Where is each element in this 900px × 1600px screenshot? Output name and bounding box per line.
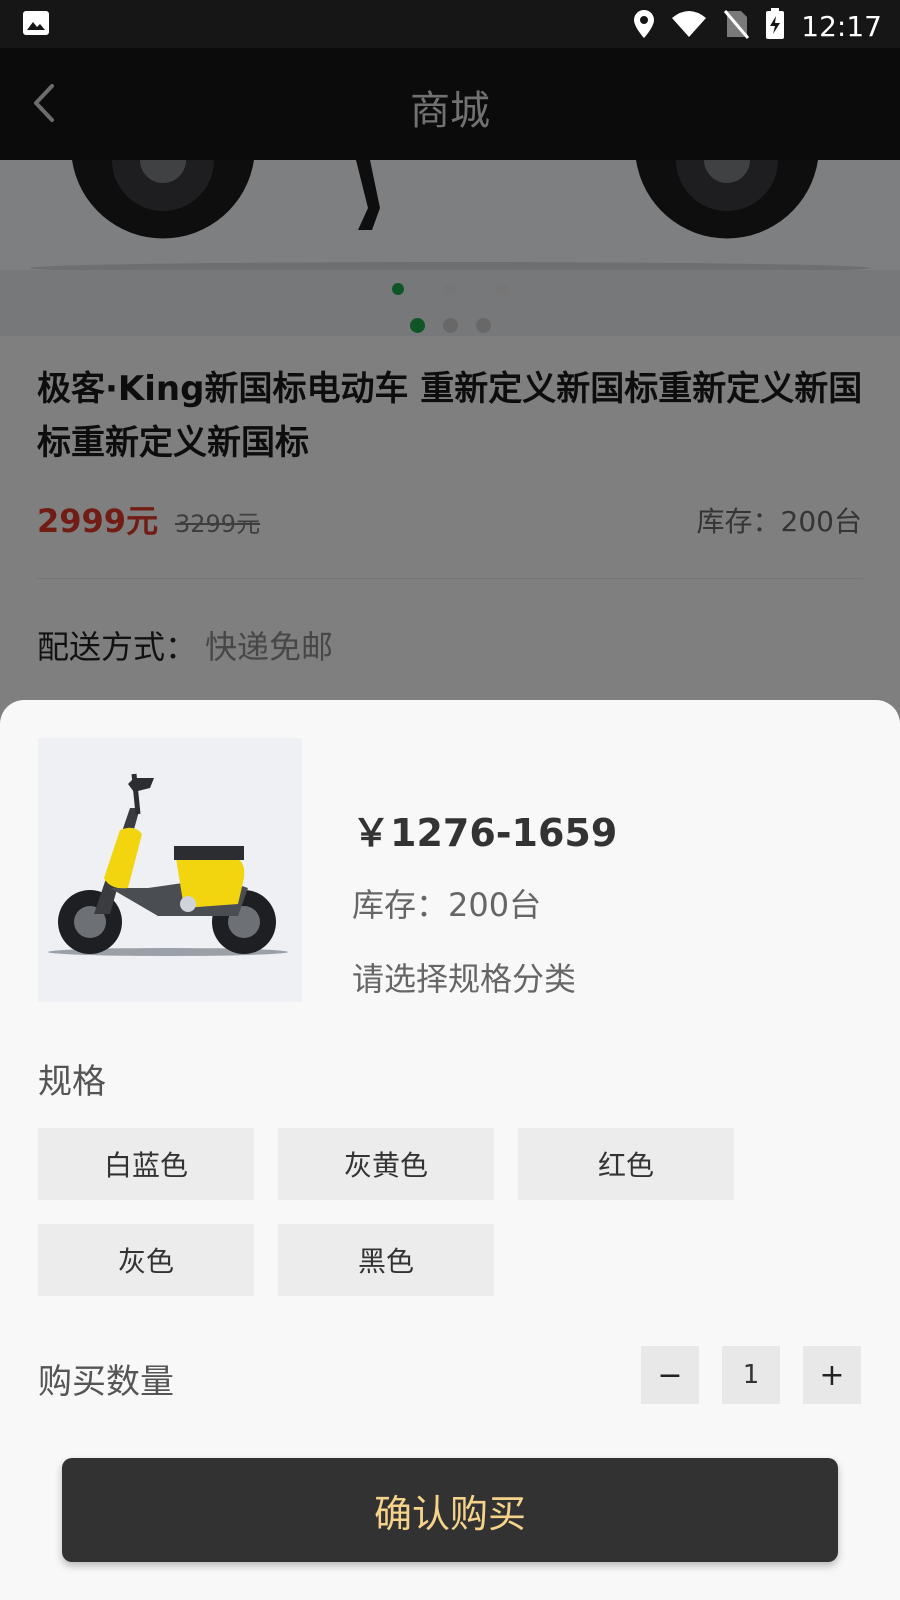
gallery-icon (22, 10, 50, 40)
spec-option-black[interactable]: 黑色 (278, 1224, 494, 1296)
clock-time: 12:17 (801, 9, 882, 43)
confirm-purchase-button[interactable]: 确认购买 (62, 1458, 838, 1562)
spec-option-red[interactable]: 红色 (518, 1128, 734, 1200)
spec-selection-sheet: ￥1276-1659 库存：200台 请选择规格分类 规格 白蓝色 灰黄色 红色… (0, 700, 900, 1600)
spec-option-grey[interactable]: 灰色 (38, 1224, 254, 1296)
location-icon (633, 9, 655, 43)
spec-option-grey-yellow[interactable]: 灰黄色 (278, 1128, 494, 1200)
quantity-value[interactable]: 1 (722, 1346, 780, 1404)
spec-option-white-blue[interactable]: 白蓝色 (38, 1128, 254, 1200)
sheet-stock: 库存：200台 (352, 886, 542, 924)
sheet-price-range: ￥1276-1659 (352, 811, 618, 855)
no-sim-icon (723, 9, 750, 43)
yellow-scooter-image (38, 738, 302, 1002)
quantity-label: 购买数量 (38, 1362, 174, 1402)
wifi-icon (671, 10, 707, 42)
quantity-increment-button[interactable]: + (803, 1346, 861, 1404)
battery-charging-icon (765, 8, 785, 44)
spec-section-label: 规格 (38, 1062, 106, 1102)
select-spec-hint: 请选择规格分类 (352, 960, 577, 998)
product-thumbnail (38, 738, 302, 1002)
status-bar: 12:17 (0, 0, 900, 48)
quantity-decrement-button[interactable]: − (641, 1346, 699, 1404)
